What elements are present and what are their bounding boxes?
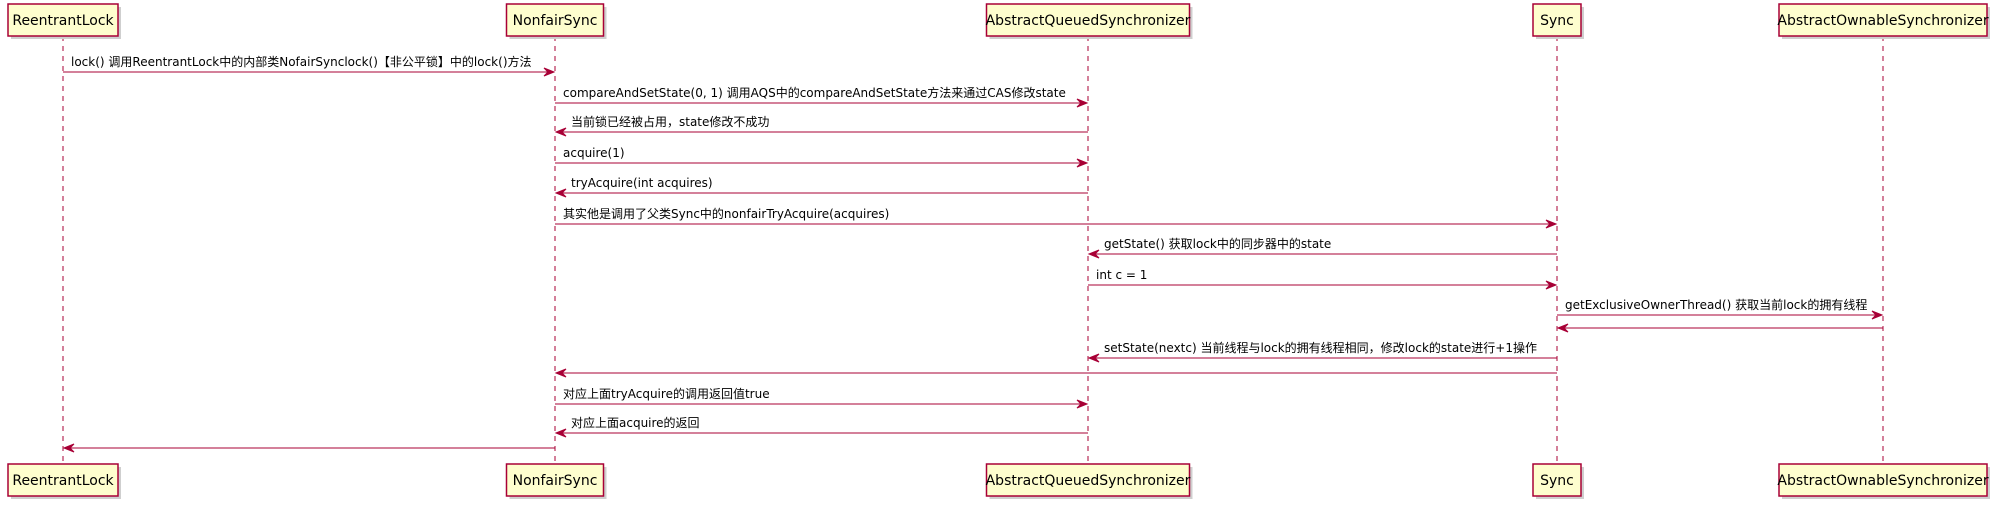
message-label: setState(nextc) 当前线程与lock的拥有线程相同，修改lock的…	[1104, 340, 1537, 355]
participant-top-rl: ReentrantLock	[7, 3, 121, 39]
participant-label: NonfairSync	[513, 473, 598, 489]
message-9: getExclusiveOwnerThread() 获取当前lock的拥有线程	[1557, 297, 1884, 320]
message-label: compareAndSetState(0, 1) 调用AQS中的compareA…	[563, 85, 1066, 100]
message-label: getState() 获取lock中的同步器中的state	[1104, 236, 1331, 251]
lifelines	[62, 36, 1884, 464]
participant-label: Sync	[1540, 473, 1574, 489]
message-12	[554, 368, 1557, 378]
message-label: tryAcquire(int acquires)	[571, 176, 713, 190]
participant-label: AbstractOwnableSynchronizer	[1777, 13, 1988, 29]
message-14: 对应上面acquire的返回	[554, 415, 1088, 438]
message-label: int c = 1	[1096, 268, 1147, 282]
participant-label: ReentrantLock	[12, 473, 114, 489]
participant-bottom-rl: ReentrantLock	[7, 463, 121, 499]
participant-top-sync: Sync	[1532, 3, 1584, 39]
message-label: lock() 调用ReentrantLock中的内部类NofairSyncloc…	[71, 54, 532, 69]
participant-top-aos: AbstractOwnableSynchronizer	[1777, 3, 1990, 39]
participant-top-ns: NonfairSync	[505, 3, 607, 39]
message-3: 当前锁已经被占用，state修改不成功	[554, 114, 1088, 137]
participant-label: AbstractQueuedSynchronizer	[986, 13, 1191, 29]
message-10	[1556, 323, 1883, 333]
message-label: 对应上面acquire的返回	[571, 415, 700, 430]
participant-bottom-ns: NonfairSync	[505, 463, 607, 499]
participant-label: NonfairSync	[513, 13, 598, 29]
message-2: compareAndSetState(0, 1) 调用AQS中的compareA…	[555, 85, 1089, 108]
participant-label: AbstractOwnableSynchronizer	[1777, 473, 1988, 489]
message-1: lock() 调用ReentrantLock中的内部类NofairSyncloc…	[63, 54, 556, 77]
message-11: setState(nextc) 当前线程与lock的拥有线程相同，修改lock的…	[1087, 340, 1557, 363]
message-label: 其实他是调用了父类Sync中的nonfairTryAcquire(acquire…	[563, 206, 889, 221]
participant-label: ReentrantLock	[12, 13, 114, 29]
message-13: 对应上面tryAcquire的调用返回值true	[555, 386, 1089, 409]
message-label: acquire(1)	[563, 146, 625, 160]
message-5: tryAcquire(int acquires)	[554, 176, 1088, 198]
participants: ReentrantLock ReentrantLock NonfairSync Non…	[7, 3, 1990, 499]
messages: lock() 调用ReentrantLock中的内部类NofairSyncloc…	[62, 54, 1884, 453]
participant-bottom-sync: Sync	[1532, 463, 1584, 499]
sequence-diagram: lock() 调用ReentrantLock中的内部类NofairSyncloc…	[7, 3, 1990, 499]
message-label: 对应上面tryAcquire的调用返回值true	[563, 386, 770, 401]
message-label: 当前锁已经被占用，state修改不成功	[571, 114, 769, 129]
participant-label: Sync	[1540, 13, 1574, 29]
message-6: 其实他是调用了父类Sync中的nonfairTryAcquire(acquire…	[555, 206, 1558, 229]
participant-label: AbstractQueuedSynchronizer	[986, 473, 1191, 489]
participant-top-aqs: AbstractQueuedSynchronizer	[986, 3, 1193, 39]
message-4: acquire(1)	[555, 146, 1089, 168]
participant-bottom-aos: AbstractOwnableSynchronizer	[1777, 463, 1990, 499]
message-label: getExclusiveOwnerThread() 获取当前lock的拥有线程	[1565, 297, 1867, 312]
participant-bottom-aqs: AbstractQueuedSynchronizer	[986, 463, 1193, 499]
message-8: int c = 1	[1088, 268, 1558, 290]
message-7: getState() 获取lock中的同步器中的state	[1087, 236, 1557, 259]
message-15	[62, 443, 555, 453]
